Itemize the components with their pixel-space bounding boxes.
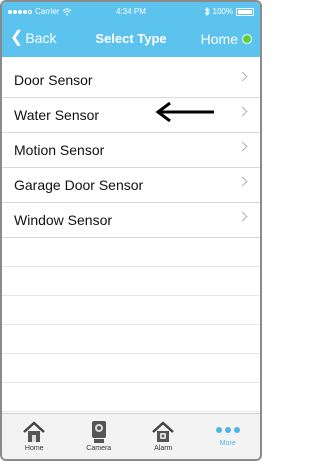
tab-label: Home: [24, 445, 44, 452]
navigation-bar: ❮ Back Select Type Home: [2, 22, 260, 57]
sensor-type-list: Door Sensor Water Sensor Motion Sensor G…: [2, 63, 260, 412]
empty-row: [2, 267, 260, 296]
home-label: Home: [200, 31, 238, 47]
chevron-right-icon: [237, 141, 248, 152]
chevron-right-icon: [237, 71, 248, 82]
empty-row: [2, 354, 260, 383]
back-label: Back: [25, 30, 57, 46]
empty-row: [2, 383, 260, 412]
tab-alarm[interactable]: Alarm: [131, 414, 196, 459]
list-item-label: Window Sensor: [14, 212, 113, 228]
phone-screen: Carrier 4:34 PM 100% ❮ Back Select Type …: [0, 0, 262, 461]
chevron-right-icon: [237, 176, 248, 187]
list-item-label: Door Sensor: [14, 72, 93, 88]
empty-row: [2, 296, 260, 325]
chevron-right-icon: [237, 106, 248, 117]
alarm-house-icon: [151, 419, 175, 445]
battery-icon: [236, 7, 254, 16]
list-item-water-sensor[interactable]: Water Sensor: [2, 98, 260, 133]
chevron-left-icon: ❮: [10, 29, 24, 46]
tab-camera[interactable]: Camera: [67, 414, 132, 459]
tab-bar: Home Camera Alarm More: [2, 413, 260, 459]
house-icon: [22, 419, 46, 445]
list-item-label: Motion Sensor: [14, 142, 105, 158]
top-bar: Carrier 4:34 PM 100% ❮ Back Select Type …: [2, 2, 260, 57]
empty-row: [2, 238, 260, 267]
list-item-label: Water Sensor: [14, 107, 100, 123]
empty-row: [2, 325, 260, 354]
online-status-icon: [242, 34, 252, 44]
status-right: 100%: [204, 7, 254, 16]
list-item-label: Garage Door Sensor: [14, 177, 144, 193]
back-button[interactable]: ❮ Back: [10, 29, 57, 47]
camera-icon: [87, 419, 111, 445]
tab-label: Camera: [86, 445, 112, 452]
status-bar: Carrier 4:34 PM 100%: [2, 2, 260, 22]
list-item-door-sensor[interactable]: Door Sensor: [2, 63, 260, 98]
tab-home[interactable]: Home: [2, 414, 67, 459]
bluetooth-icon: [204, 7, 210, 16]
home-status-button[interactable]: Home: [201, 31, 252, 47]
list-item-motion-sensor[interactable]: Motion Sensor: [2, 133, 260, 168]
tab-label: More: [219, 440, 236, 447]
more-dots-icon: [215, 427, 240, 433]
tab-more[interactable]: More: [196, 414, 261, 459]
battery-percent: 100%: [212, 7, 233, 16]
left-arrow-annotation-icon: [155, 102, 214, 122]
tab-label: Alarm: [154, 445, 173, 452]
list-item-window-sensor[interactable]: Window Sensor: [2, 203, 260, 238]
chevron-right-icon: [237, 211, 248, 222]
list-item-garage-door-sensor[interactable]: Garage Door Sensor: [2, 168, 260, 203]
